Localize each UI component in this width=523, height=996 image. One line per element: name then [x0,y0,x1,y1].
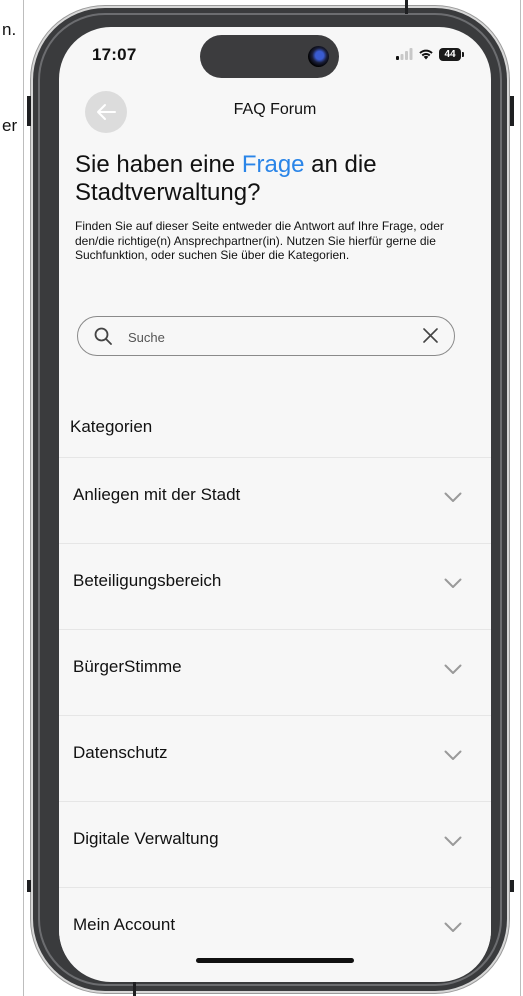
search-icon [94,327,112,345]
document-divider [520,0,521,996]
search-bar [77,316,455,356]
phone-side-button [510,880,514,892]
wifi-icon [419,49,433,60]
category-item[interactable]: Anliegen mit der Stadt [59,457,491,543]
phone-screen: 17:07 44 FAQ Forum Sie haben eine Frage … [59,27,491,982]
battery-level: 44 [444,48,456,60]
chevron-down-icon [444,922,462,932]
home-indicator[interactable] [196,958,354,963]
phone-side-button [27,880,31,892]
category-item[interactable]: BürgerStimme [59,629,491,715]
category-item[interactable]: Datenschutz [59,715,491,801]
category-label: Digitale Verwaltung [73,829,219,848]
phone-side-button [510,96,514,126]
category-list: Anliegen mit der Stadt Beteiligungsberei… [59,457,491,973]
category-label: Beteiligungsbereich [73,571,222,590]
chevron-down-icon [444,750,462,760]
search-input[interactable] [126,326,400,348]
status-time: 17:07 [92,45,137,64]
document-text-fragment: n. [2,20,17,39]
chevron-down-icon [444,578,462,588]
chevron-down-icon [444,836,462,846]
chevron-down-icon [444,664,462,674]
category-label: Anliegen mit der Stadt [73,485,241,504]
category-label: BürgerStimme [73,657,182,676]
status-icons: 44 [396,45,464,63]
category-label: Mein Account [73,915,176,934]
chevron-down-icon [444,492,462,502]
battery-icon: 44 [439,47,464,61]
signal-icon [396,48,413,60]
intro-text: Finden Sie auf dieser Seite entweder die… [75,219,444,262]
headline-text: Sie haben eine [75,151,242,178]
headline: Sie haben eine Frage an die Stadtverwalt… [75,151,475,207]
category-item[interactable]: Beteiligungsbereich [59,543,491,629]
phone-side-button [133,982,136,996]
section-title-categories: Kategorien [70,417,153,436]
page-title: FAQ Forum [233,101,317,118]
document-text-fragment: er [2,116,18,135]
camera-icon [308,46,329,67]
category-label: Datenschutz [73,743,168,762]
close-icon[interactable] [423,328,438,343]
dynamic-island [200,35,339,78]
phone-side-button [27,96,31,126]
category-item[interactable]: Digitale Verwaltung [59,801,491,887]
phone-side-button [405,0,408,14]
document-margin: n. er [0,0,24,996]
headline-accent: Frage [241,151,305,178]
